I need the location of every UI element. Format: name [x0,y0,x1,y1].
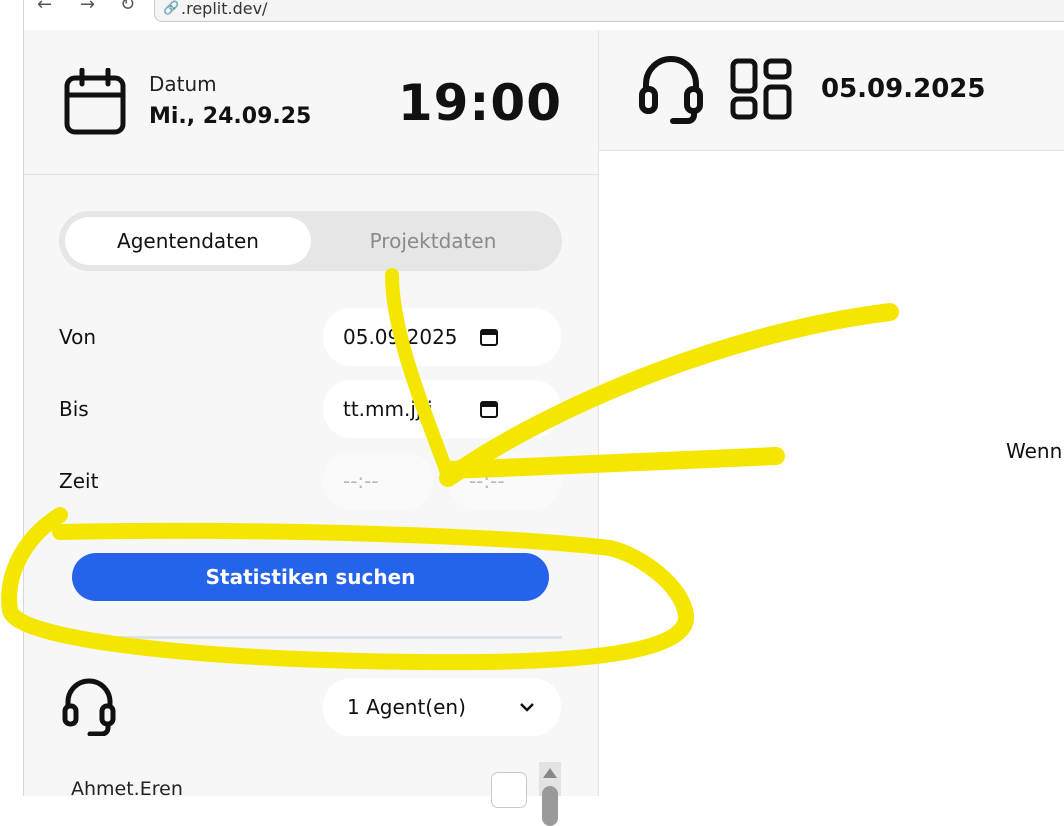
agent-select-value: 1 Agent(en) [347,695,466,719]
calendar-picker-icon[interactable] [479,399,499,419]
address-bar[interactable]: 🔗 .replit.dev/ [154,0,1064,22]
url-text: .replit.dev/ [181,0,268,18]
chevron-down-icon [520,703,534,712]
headset-icon [639,56,703,124]
agent-checkbox[interactable] [491,772,527,808]
von-label: Von [59,325,97,349]
dashboard-grid-icon[interactable] [730,58,792,120]
agent-select[interactable]: 1 Agent(en) [323,678,561,736]
reload-icon[interactable]: ↻ [120,0,135,15]
zeit-label: Zeit [59,469,99,493]
browser-toolbar: ← → ↻ 🔗 .replit.dev/ [0,0,1064,22]
zeit-from-value: --:-- [343,469,379,493]
scrollbar-thumb[interactable] [542,786,558,826]
header-date: 05.09.2025 [821,74,986,104]
calendar-icon [64,68,126,135]
von-date-input[interactable]: 05.09.2025 [323,308,561,366]
main-header: 05.09.2025 [599,30,1064,151]
sidebar-header: Datum Mi., 24.09.25 19:00 [24,30,598,175]
data-type-toggle: Agentendaten Projektdaten [59,211,562,271]
von-date-value: 05.09.2025 [343,325,458,349]
search-statistics-button[interactable]: Statistiken suchen [72,553,549,601]
bis-date-input[interactable]: tt.mm.jjjj [323,380,561,438]
forward-icon[interactable]: → [80,0,95,15]
date-value: Mi., 24.09.25 [149,104,312,129]
sidebar: Datum Mi., 24.09.25 19:00 Agentendaten P… [24,30,599,826]
calendar-picker-icon[interactable] [479,327,499,347]
clock: 19:00 [397,74,562,132]
link-icon: 🔗 [163,1,180,16]
section-divider [59,636,562,639]
back-icon[interactable]: ← [37,0,52,15]
main-partial-text: Wenn [1006,439,1063,463]
agent-list-item-name: Ahmet.Eren [71,778,183,800]
zeit-to-input[interactable]: --:-- [449,452,561,510]
zeit-from-input[interactable]: --:-- [323,452,433,510]
headset-icon [62,678,116,736]
tab-projektdaten[interactable]: Projektdaten [310,217,556,265]
bis-label: Bis [59,397,89,421]
tab-agentendaten[interactable]: Agentendaten [65,217,311,265]
bis-date-value: tt.mm.jjjj [343,397,433,421]
date-label: Datum [149,72,217,96]
zeit-to-value: --:-- [469,469,505,493]
